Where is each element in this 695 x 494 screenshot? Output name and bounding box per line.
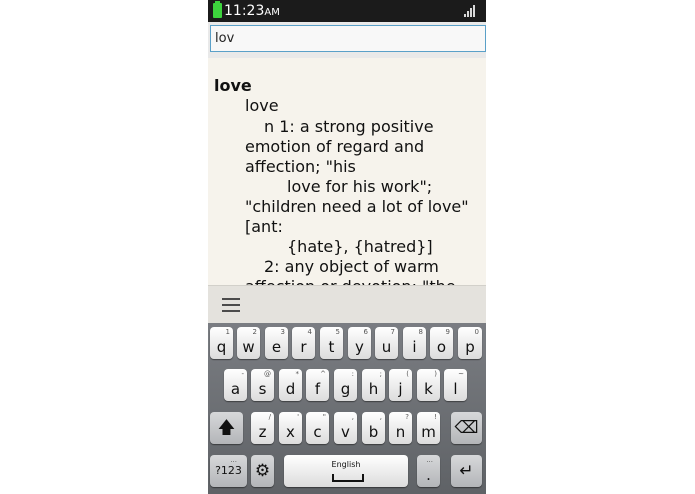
- key-v[interactable]: ,v: [334, 412, 357, 444]
- key-g[interactable]: :g: [334, 369, 357, 401]
- menu-icon[interactable]: [222, 298, 240, 312]
- definition-line: affection or devotion; "the: [245, 277, 456, 285]
- shift-arrow-icon: 🡅: [217, 418, 236, 438]
- key-o[interactable]: 9o: [430, 327, 453, 359]
- period-key[interactable]: ... .: [417, 455, 440, 487]
- space-key[interactable]: English: [284, 455, 408, 487]
- key-f[interactable]: ^ f: [306, 369, 329, 401]
- definition-line: [ant:: [245, 217, 283, 236]
- key-j[interactable]: (j: [389, 369, 412, 401]
- key-y[interactable]: 6y: [348, 327, 371, 359]
- bottom-toolbar: [208, 285, 486, 324]
- key-u[interactable]: 7u: [375, 327, 398, 359]
- key-l[interactable]: ~ l: [444, 369, 467, 401]
- search-input[interactable]: lov: [210, 25, 486, 52]
- settings-key[interactable]: ⚙: [251, 455, 274, 487]
- definition-line: love for his work";: [287, 177, 433, 196]
- key-d[interactable]: * d: [279, 369, 302, 401]
- headword: love: [214, 76, 252, 95]
- key-x[interactable]: ' x: [279, 412, 302, 444]
- definition-pane[interactable]: love love n 1: a strong positive emotion…: [208, 58, 486, 285]
- definition-line: affection; "his: [245, 157, 356, 176]
- signal-icon: [464, 5, 478, 17]
- key-q[interactable]: 1q: [210, 327, 233, 359]
- key-n[interactable]: ? n: [389, 412, 412, 444]
- search-bar: lov: [208, 22, 486, 58]
- status-time: 11:23AM: [224, 3, 280, 19]
- key-a[interactable]: -a: [224, 369, 247, 401]
- backspace-icon: ⌫: [454, 418, 479, 438]
- backspace-key[interactable]: ⌫: [451, 412, 482, 444]
- definition-line: "children need a lot of love": [245, 197, 469, 216]
- definition-line: {hate}, {hatred}]: [287, 237, 433, 256]
- key-r[interactable]: 4r: [292, 327, 315, 359]
- key-z[interactable]: / z: [251, 412, 274, 444]
- key-w[interactable]: 2w: [237, 327, 260, 359]
- phone-screen: 11:23AM lov love love n 1: a strong posi…: [208, 0, 486, 494]
- key-h[interactable]: ; h: [362, 369, 385, 401]
- enter-key[interactable]: ↵: [451, 455, 482, 487]
- definition-line: love: [245, 96, 279, 115]
- definition-line: n 1: a strong positive: [264, 117, 434, 136]
- gear-icon: ⚙: [254, 461, 271, 481]
- key-t[interactable]: 5t: [320, 327, 343, 359]
- shift-key[interactable]: 🡅: [210, 412, 243, 444]
- key-s[interactable]: @ s: [251, 369, 274, 401]
- on-screen-keyboard: 1q 2w 3e 4r 5t 6y 7u 8i 9o 0p -a @ s * d ^…: [208, 323, 486, 494]
- key-b[interactable]: ,b: [362, 412, 385, 444]
- key-k[interactable]: ) k: [417, 369, 440, 401]
- enter-icon: ↵: [459, 461, 474, 481]
- symbols-key[interactable]: ... ?123: [210, 455, 247, 487]
- space-bar-icon: [332, 474, 364, 482]
- definition-line: emotion of regard and: [245, 137, 425, 156]
- battery-icon: [213, 1, 222, 18]
- definition-line: 2: any object of warm: [264, 257, 439, 276]
- key-c[interactable]: " c: [306, 412, 329, 444]
- key-i[interactable]: 8i: [403, 327, 426, 359]
- status-bar: 11:23AM: [208, 0, 486, 22]
- key-e[interactable]: 3e: [265, 327, 288, 359]
- key-p[interactable]: 0p: [458, 327, 482, 359]
- key-m[interactable]: ! m: [417, 412, 440, 444]
